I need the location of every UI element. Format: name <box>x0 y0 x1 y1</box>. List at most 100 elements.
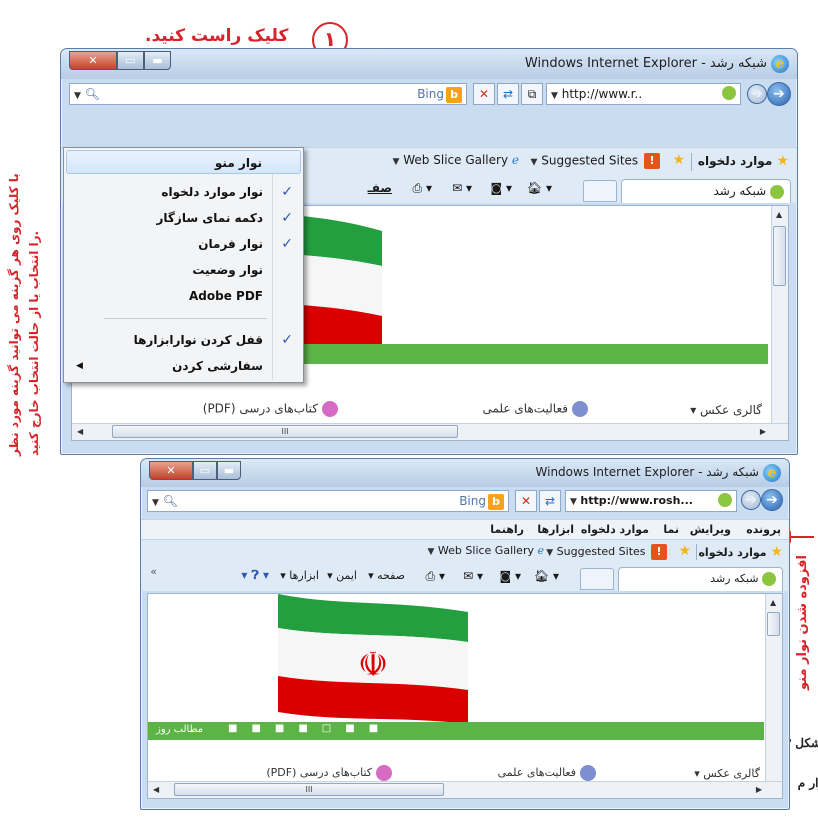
maximize-button[interactable]: ▭ <box>117 51 144 70</box>
stop-button[interactable]: ✕ <box>473 83 495 105</box>
print-button[interactable]: ▾ ⎙ <box>426 569 445 584</box>
read-mail-button[interactable]: ▾ ✉︎ <box>452 181 472 195</box>
menu-item-command-bar[interactable]: ✓ نوار فرمان <box>66 232 301 256</box>
menu-file[interactable]: پرونده <box>746 523 781 536</box>
feeds-button[interactable]: ▾ ◙ <box>491 181 512 195</box>
close-button[interactable]: ✕ <box>149 461 193 480</box>
link-gallery[interactable]: گالری عکس ▾ <box>690 403 762 417</box>
check-icon: ✓ <box>281 210 293 226</box>
search-dropdown-icon[interactable]: ▼ <box>74 91 81 101</box>
horizontal-scroll-thumb[interactable]: III <box>174 783 444 796</box>
horizontal-scrollbar[interactable]: ◀ III ▶ <box>72 423 788 440</box>
menu-edit[interactable]: ویرایش <box>690 523 731 536</box>
tab-site-icon <box>770 184 784 199</box>
favorites-button[interactable]: ★ موارد دلخواه <box>698 544 783 560</box>
link-textbooks[interactable]: کتاب‌های درسی (PDF) <box>203 401 338 417</box>
menu-item-status-bar[interactable]: نوار وضعیت <box>66 258 301 282</box>
link-textbooks[interactable]: کتاب‌های درسی (PDF) <box>266 765 392 781</box>
tab-shabakeh-roshd[interactable]: شبکه رشد <box>618 567 783 591</box>
activities-icon <box>572 401 588 417</box>
forward-button[interactable]: ➔ <box>761 489 783 511</box>
address-bar[interactable]: ▼ http://www.rosh... <box>565 490 737 512</box>
menu-item-customize[interactable]: سفارشی کردن ◀ <box>66 354 301 378</box>
read-mail-button[interactable]: ▾ ✉︎ <box>463 569 483 583</box>
toolbar-overflow-icon[interactable]: » <box>150 565 157 578</box>
scroll-right-arrow[interactable]: ▶ <box>760 427 766 436</box>
title-bar: ✕ ▭ ▬ شبکه رشد - Windows Internet Explor… <box>61 49 797 79</box>
menu-view[interactable]: نما <box>663 523 679 536</box>
web-slice-gallery-link[interactable]: ▼ Web Slice Gallery ℯ <box>393 153 519 167</box>
textbooks-icon <box>376 765 392 781</box>
vertical-scrollbar[interactable]: ▲ <box>765 594 782 782</box>
back-button[interactable]: ➔ <box>747 84 767 104</box>
minimize-button[interactable]: ▬ <box>144 51 171 70</box>
maximize-button[interactable]: ▭ <box>193 461 217 480</box>
daily-content-strip: مطالب روز ■■■■□■■ <box>148 722 764 740</box>
new-tab-button[interactable] <box>583 180 617 202</box>
tools-menu[interactable]: ابزارها ▾ <box>280 569 319 582</box>
web-slice-gallery-link[interactable]: ▼ Web Slice Gallery ℯ <box>428 544 545 557</box>
tab-shabakeh-roshd[interactable]: شبکه رشد <box>621 179 791 203</box>
page-content: ☫ مطالب روز ■■■■□■■ گالری عکس ▾ فعالیت‌ه… <box>147 593 783 799</box>
suggested-sites-link[interactable]: ▼ Suggested Sites ! <box>546 544 667 560</box>
print-button[interactable]: ▾ ⎙ <box>413 181 432 196</box>
minimize-button[interactable]: ▬ <box>217 461 241 480</box>
vertical-scroll-thumb[interactable] <box>773 226 786 286</box>
menu-favorites[interactable]: موارد دلخواه <box>581 523 649 536</box>
scroll-left-arrow[interactable]: ◀ <box>153 785 159 794</box>
vertical-scrollbar[interactable]: ▲ <box>771 206 788 424</box>
ie-logo-icon: e <box>771 55 789 73</box>
search-box[interactable]: ▼ 🔍︎ Bing b <box>147 490 509 512</box>
menu-tools[interactable]: ابزارها <box>537 523 574 536</box>
back-button[interactable]: ➔ <box>741 490 761 510</box>
forward-button[interactable]: ➔ <box>767 82 791 106</box>
menu-item-lock-toolbars[interactable]: ✓ قفل کردن نوارابزارها <box>66 328 301 352</box>
menu-item-compat-button[interactable]: ✓ دکمه نمای سازگار <box>66 206 301 230</box>
scroll-right-arrow[interactable]: ▶ <box>756 785 762 794</box>
help-button[interactable]: ▾ ❓︎ ▾ <box>241 568 269 583</box>
link-activities[interactable]: فعالیت‌های علمی <box>498 765 596 781</box>
menu-help[interactable]: راهنما <box>490 523 524 536</box>
add-to-favorites-icon[interactable]: ★ <box>678 543 691 559</box>
close-button[interactable]: ✕ <box>69 51 117 70</box>
suggested-sites-link[interactable]: ▼ Suggested Sites ! <box>531 153 660 169</box>
strip-label: مطالب روز <box>156 724 204 735</box>
submenu-arrow-icon: ◀ <box>76 361 83 371</box>
safety-menu[interactable]: ایمن ▾ <box>327 569 357 582</box>
menu-item-favorites-bar[interactable]: ✓ نوار موارد دلخواه <box>66 180 301 204</box>
address-dropdown-icon[interactable]: ▼ <box>551 91 558 101</box>
scroll-left-arrow[interactable]: ◀ <box>77 427 83 436</box>
address-dropdown-icon[interactable]: ▼ <box>570 497 577 507</box>
address-bar[interactable]: ▼ http://www.r.. <box>546 83 741 105</box>
horizontal-scrollbar[interactable]: ◀ III ▶ <box>148 781 782 798</box>
refresh-button[interactable]: ⇄ <box>539 490 561 512</box>
add-to-favorites-icon[interactable]: ★ <box>672 152 685 168</box>
scroll-up-arrow[interactable]: ▲ <box>770 598 776 607</box>
tab-and-command-bar: شبکه رشد ▾ 🏠︎ ▾ ◙ ▾ ✉︎ ▾ ⎙ صفحه ▾ ایمن ▾… <box>141 563 789 591</box>
scroll-up-arrow[interactable]: ▲ <box>776 210 782 219</box>
menu-item-adobe-pdf[interactable]: Adobe PDF <box>66 284 301 308</box>
favorites-button[interactable]: ★ موارد دلخواه <box>698 153 789 169</box>
compat-view-button[interactable]: ⧉ <box>521 83 543 105</box>
stop-button[interactable]: ✕ <box>515 490 537 512</box>
new-tab-button[interactable] <box>580 568 614 590</box>
page-menu[interactable]: صفـ <box>368 181 392 195</box>
search-dropdown-icon[interactable]: ▼ <box>152 498 159 508</box>
search-icon[interactable]: 🔍︎ <box>85 87 100 101</box>
home-button[interactable]: ▾ 🏠︎ <box>534 569 559 583</box>
refresh-button[interactable]: ⇄ <box>497 83 519 105</box>
slide-indicators[interactable]: ■■■■□■■ <box>228 723 392 734</box>
svg-text:☫: ☫ <box>358 645 388 685</box>
vertical-scroll-thumb[interactable] <box>767 612 780 636</box>
search-icon[interactable]: 🔍︎ <box>163 494 178 508</box>
horizontal-scroll-thumb[interactable]: III <box>112 425 458 438</box>
search-box[interactable]: ▼ 🔍︎ Bing b <box>69 83 467 105</box>
feeds-button[interactable]: ▾ ◙ <box>500 569 521 583</box>
page-menu[interactable]: صفحه ▾ <box>368 569 405 582</box>
link-activities[interactable]: فعالیت‌های علمی <box>482 401 588 417</box>
check-icon: ✓ <box>281 184 293 200</box>
link-gallery[interactable]: گالری عکس ▾ <box>694 767 760 780</box>
menu-item-menu-bar[interactable]: نوار منو <box>66 150 301 174</box>
window-title: شبکه رشد - Windows Internet Explorer <box>535 465 759 479</box>
home-button[interactable]: ▾ 🏠︎ <box>527 181 552 195</box>
